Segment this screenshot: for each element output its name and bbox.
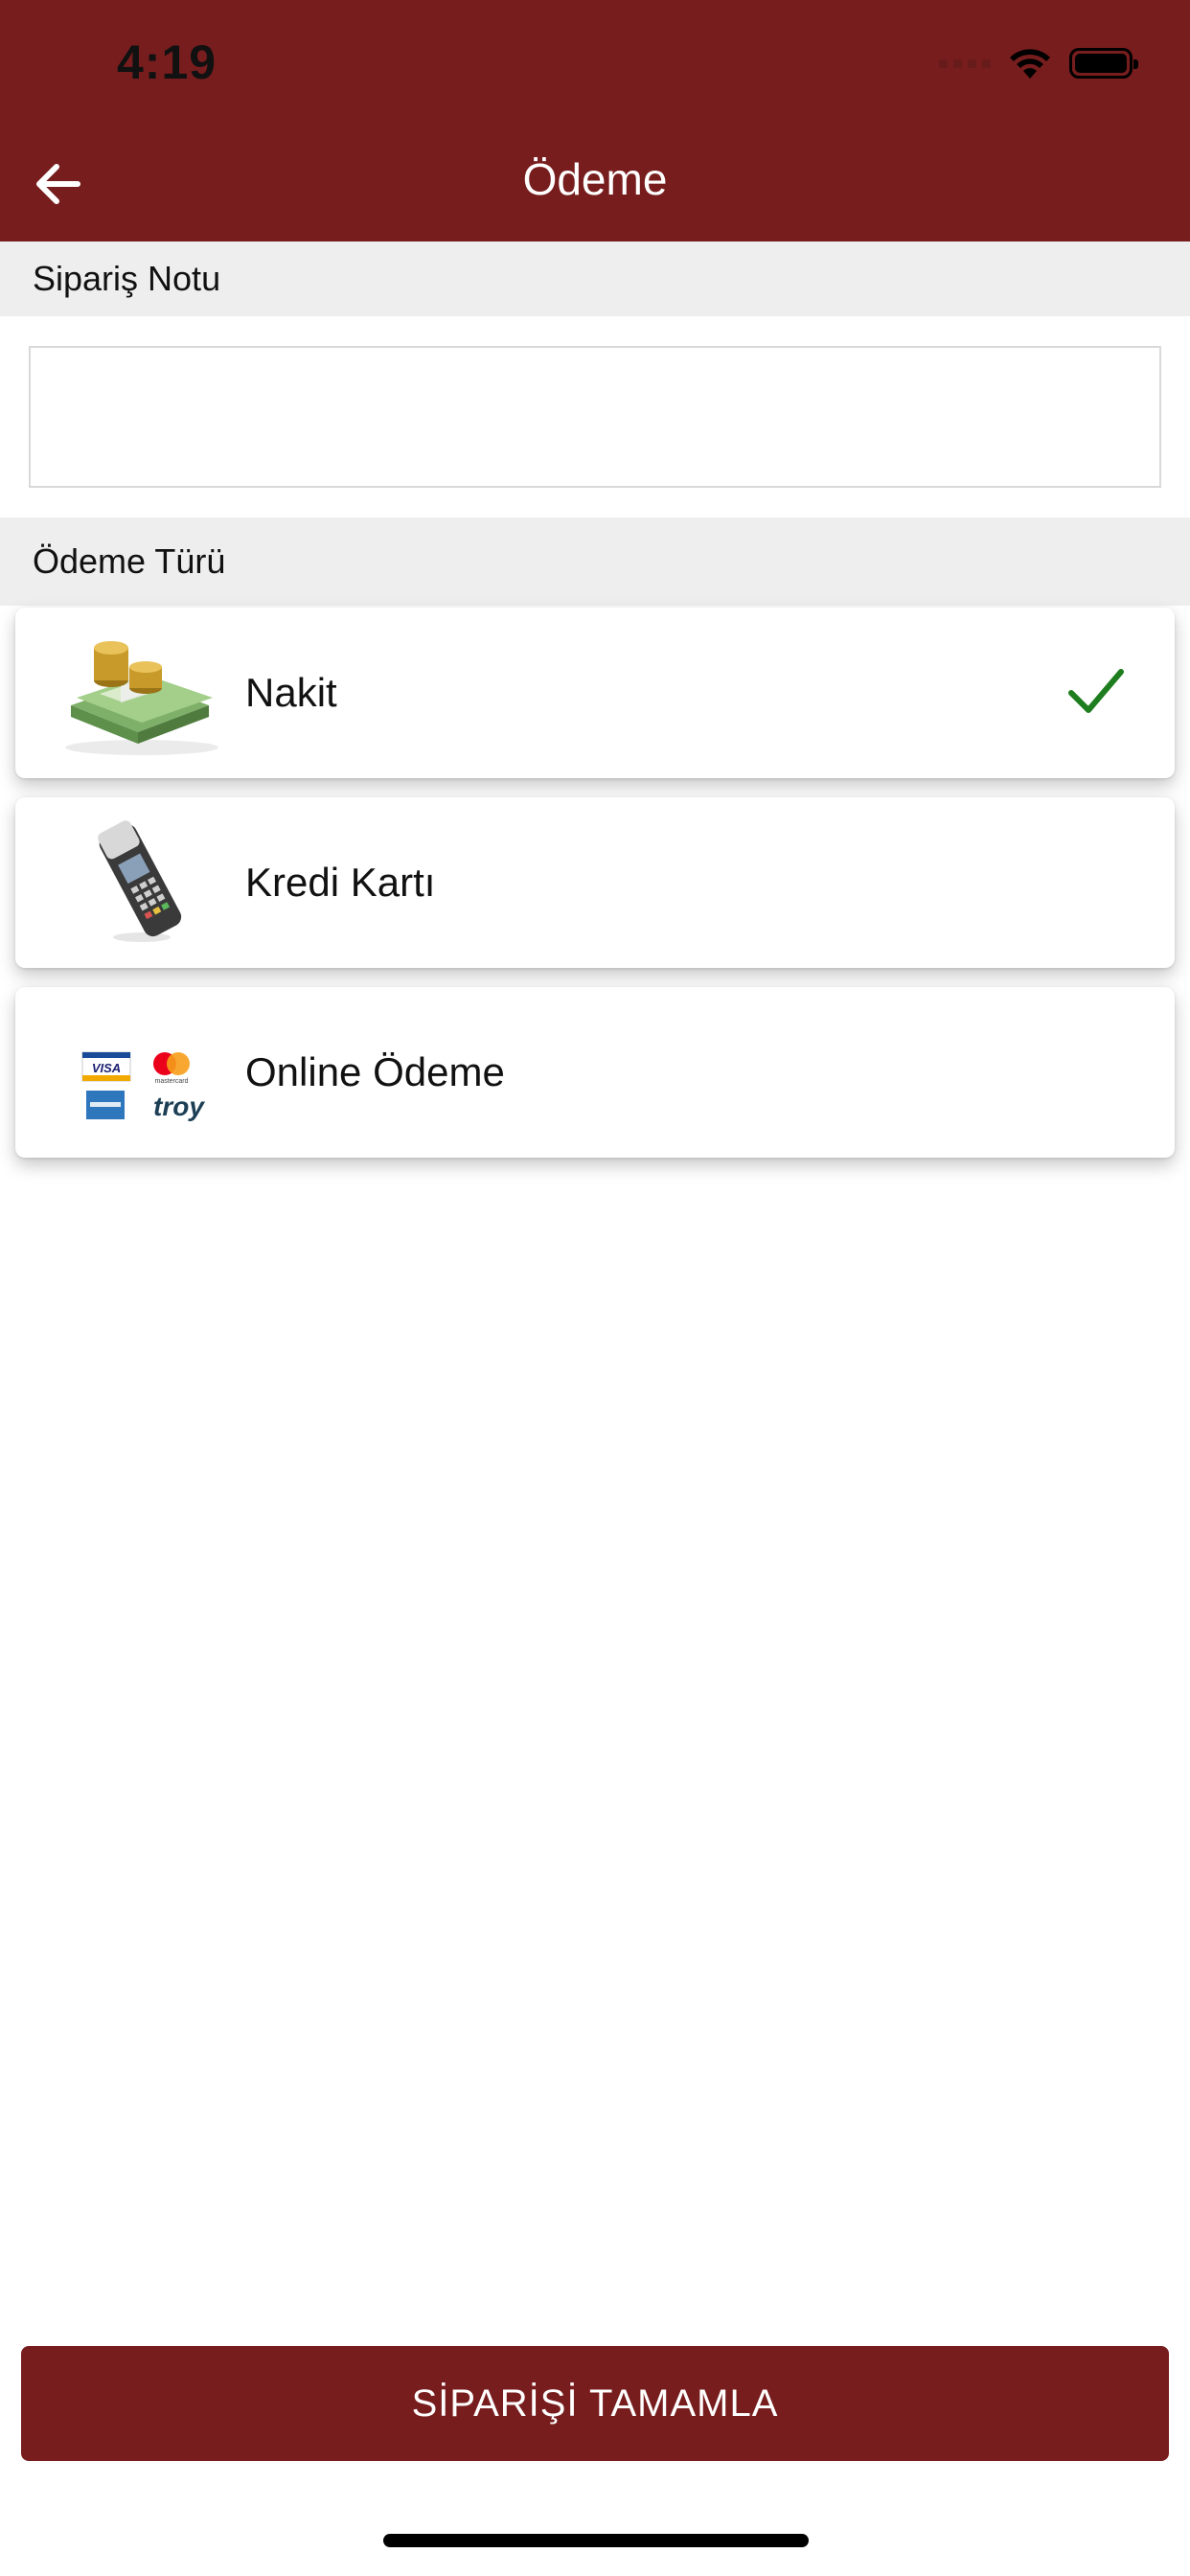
amex-logo-icon bbox=[86, 1091, 125, 1119]
checkmark-icon bbox=[1068, 669, 1124, 713]
coin-stack-left bbox=[94, 641, 128, 687]
order-note-input[interactable] bbox=[29, 346, 1161, 488]
cellular-signal-icon bbox=[939, 58, 991, 68]
mastercard-logo-icon: mastercard bbox=[153, 1052, 190, 1085]
home-indicator bbox=[383, 2534, 809, 2547]
page-title: Ödeme bbox=[522, 154, 668, 204]
status-icons bbox=[939, 44, 1138, 82]
svg-text:mastercard: mastercard bbox=[154, 1078, 188, 1085]
payment-type-label: Ödeme Türü bbox=[33, 541, 226, 581]
wifi-icon bbox=[1010, 49, 1050, 79]
order-note-header: Sipariş Notu bbox=[0, 242, 1190, 316]
card-brands-icon: VISA mastercard troy bbox=[81, 1051, 205, 1121]
visa-logo-icon: VISA bbox=[81, 1051, 131, 1082]
payment-option-label: Online Ödeme bbox=[245, 1049, 505, 1094]
battery-icon bbox=[1069, 48, 1138, 79]
complete-order-button[interactable]: SİPARİŞİ TAMAMLA bbox=[21, 2346, 1169, 2461]
pos-terminal-icon bbox=[98, 820, 182, 942]
troy-logo-icon: troy bbox=[153, 1092, 205, 1121]
svg-text:VISA: VISA bbox=[92, 1061, 121, 1075]
payment-type-header: Ödeme Türü bbox=[0, 518, 1190, 606]
payment-option-credit-card[interactable]: Kredi Kartı bbox=[15, 797, 1175, 968]
status-time: 4:19 bbox=[117, 35, 217, 89]
coin-stack-right bbox=[129, 661, 162, 694]
payment-option-label: Nakit bbox=[245, 670, 337, 715]
payment-option-online[interactable]: VISA mastercard troy Online Ödeme bbox=[15, 987, 1175, 1158]
payment-option-cash[interactable]: Nakit bbox=[15, 608, 1175, 778]
payment-option-label: Kredi Kartı bbox=[245, 860, 436, 905]
cash-money-icon bbox=[65, 641, 218, 755]
app-bar: 4:19 Ödeme bbox=[0, 0, 1190, 242]
order-note-label: Sipariş Notu bbox=[33, 259, 221, 298]
